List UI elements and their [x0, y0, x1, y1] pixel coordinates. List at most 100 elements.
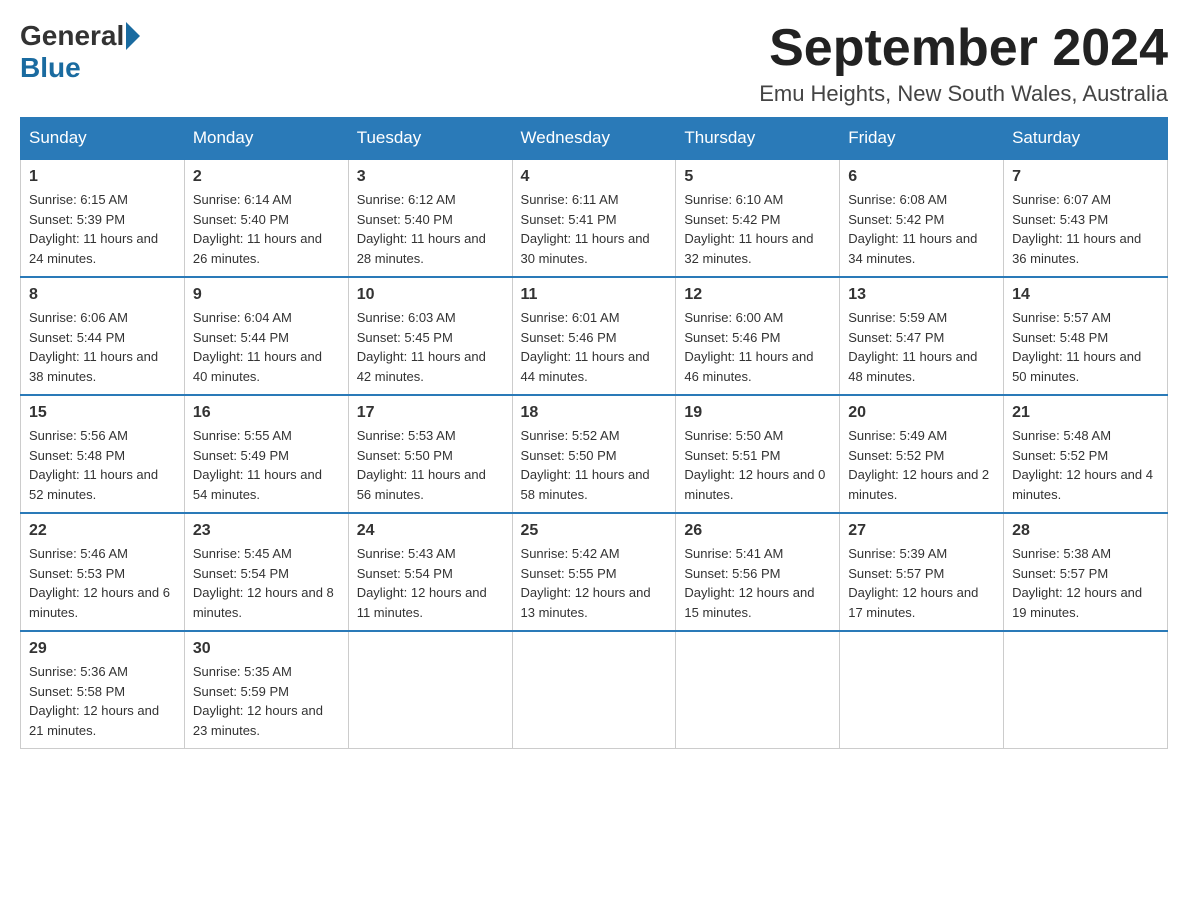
day-number: 3: [357, 168, 504, 186]
calendar-cell: 13 Sunrise: 5:59 AM Sunset: 5:47 PM Dayl…: [840, 277, 1004, 395]
calendar-cell: 14 Sunrise: 5:57 AM Sunset: 5:48 PM Dayl…: [1004, 277, 1168, 395]
day-info: Sunrise: 6:14 AM Sunset: 5:40 PM Dayligh…: [193, 190, 340, 268]
day-info: Sunrise: 5:38 AM Sunset: 5:57 PM Dayligh…: [1012, 544, 1159, 622]
day-number: 17: [357, 404, 504, 422]
day-header-saturday: Saturday: [1004, 118, 1168, 160]
calendar-cell: 8 Sunrise: 6:06 AM Sunset: 5:44 PM Dayli…: [21, 277, 185, 395]
day-number: 22: [29, 522, 176, 540]
day-number: 18: [521, 404, 668, 422]
day-number: 7: [1012, 168, 1159, 186]
day-number: 1: [29, 168, 176, 186]
day-info: Sunrise: 5:46 AM Sunset: 5:53 PM Dayligh…: [29, 544, 176, 622]
day-info: Sunrise: 6:00 AM Sunset: 5:46 PM Dayligh…: [684, 308, 831, 386]
day-number: 28: [1012, 522, 1159, 540]
calendar-cell: 29 Sunrise: 5:36 AM Sunset: 5:58 PM Dayl…: [21, 631, 185, 749]
day-number: 13: [848, 286, 995, 304]
calendar-cell: 20 Sunrise: 5:49 AM Sunset: 5:52 PM Dayl…: [840, 395, 1004, 513]
calendar-cell: 4 Sunrise: 6:11 AM Sunset: 5:41 PM Dayli…: [512, 159, 676, 277]
day-number: 26: [684, 522, 831, 540]
day-number: 12: [684, 286, 831, 304]
logo: General Blue: [20, 20, 142, 84]
day-info: Sunrise: 5:42 AM Sunset: 5:55 PM Dayligh…: [521, 544, 668, 622]
calendar-cell: 24 Sunrise: 5:43 AM Sunset: 5:54 PM Dayl…: [348, 513, 512, 631]
calendar-cell: 1 Sunrise: 6:15 AM Sunset: 5:39 PM Dayli…: [21, 159, 185, 277]
day-header-sunday: Sunday: [21, 118, 185, 160]
calendar-cell: 28 Sunrise: 5:38 AM Sunset: 5:57 PM Dayl…: [1004, 513, 1168, 631]
calendar-cell: 3 Sunrise: 6:12 AM Sunset: 5:40 PM Dayli…: [348, 159, 512, 277]
calendar-cell: 19 Sunrise: 5:50 AM Sunset: 5:51 PM Dayl…: [676, 395, 840, 513]
day-info: Sunrise: 5:55 AM Sunset: 5:49 PM Dayligh…: [193, 426, 340, 504]
day-number: 24: [357, 522, 504, 540]
day-info: Sunrise: 5:48 AM Sunset: 5:52 PM Dayligh…: [1012, 426, 1159, 504]
calendar-cell: [512, 631, 676, 749]
day-number: 16: [193, 404, 340, 422]
day-header-friday: Friday: [840, 118, 1004, 160]
day-info: Sunrise: 5:39 AM Sunset: 5:57 PM Dayligh…: [848, 544, 995, 622]
day-info: Sunrise: 5:43 AM Sunset: 5:54 PM Dayligh…: [357, 544, 504, 622]
day-number: 2: [193, 168, 340, 186]
calendar-cell: [840, 631, 1004, 749]
day-info: Sunrise: 6:03 AM Sunset: 5:45 PM Dayligh…: [357, 308, 504, 386]
day-number: 20: [848, 404, 995, 422]
day-info: Sunrise: 6:10 AM Sunset: 5:42 PM Dayligh…: [684, 190, 831, 268]
day-info: Sunrise: 5:41 AM Sunset: 5:56 PM Dayligh…: [684, 544, 831, 622]
day-header-wednesday: Wednesday: [512, 118, 676, 160]
week-row-5: 29 Sunrise: 5:36 AM Sunset: 5:58 PM Dayl…: [21, 631, 1168, 749]
day-info: Sunrise: 5:49 AM Sunset: 5:52 PM Dayligh…: [848, 426, 995, 504]
day-number: 10: [357, 286, 504, 304]
day-info: Sunrise: 6:08 AM Sunset: 5:42 PM Dayligh…: [848, 190, 995, 268]
day-number: 15: [29, 404, 176, 422]
calendar-cell: 26 Sunrise: 5:41 AM Sunset: 5:56 PM Dayl…: [676, 513, 840, 631]
page-header: General Blue September 2024 Emu Heights,…: [20, 20, 1168, 107]
calendar-cell: 9 Sunrise: 6:04 AM Sunset: 5:44 PM Dayli…: [184, 277, 348, 395]
calendar-cell: 22 Sunrise: 5:46 AM Sunset: 5:53 PM Dayl…: [21, 513, 185, 631]
calendar-cell: 18 Sunrise: 5:52 AM Sunset: 5:50 PM Dayl…: [512, 395, 676, 513]
calendar-table: SundayMondayTuesdayWednesdayThursdayFrid…: [20, 117, 1168, 749]
day-number: 6: [848, 168, 995, 186]
calendar-cell: 10 Sunrise: 6:03 AM Sunset: 5:45 PM Dayl…: [348, 277, 512, 395]
day-number: 5: [684, 168, 831, 186]
day-info: Sunrise: 6:01 AM Sunset: 5:46 PM Dayligh…: [521, 308, 668, 386]
day-info: Sunrise: 6:06 AM Sunset: 5:44 PM Dayligh…: [29, 308, 176, 386]
day-info: Sunrise: 5:57 AM Sunset: 5:48 PM Dayligh…: [1012, 308, 1159, 386]
day-info: Sunrise: 6:11 AM Sunset: 5:41 PM Dayligh…: [521, 190, 668, 268]
calendar-cell: 2 Sunrise: 6:14 AM Sunset: 5:40 PM Dayli…: [184, 159, 348, 277]
day-header-thursday: Thursday: [676, 118, 840, 160]
calendar-cell: [1004, 631, 1168, 749]
calendar-cell: 21 Sunrise: 5:48 AM Sunset: 5:52 PM Dayl…: [1004, 395, 1168, 513]
calendar-cell: 16 Sunrise: 5:55 AM Sunset: 5:49 PM Dayl…: [184, 395, 348, 513]
calendar-cell: 17 Sunrise: 5:53 AM Sunset: 5:50 PM Dayl…: [348, 395, 512, 513]
day-number: 9: [193, 286, 340, 304]
location-title: Emu Heights, New South Wales, Australia: [759, 81, 1168, 107]
day-info: Sunrise: 5:53 AM Sunset: 5:50 PM Dayligh…: [357, 426, 504, 504]
day-info: Sunrise: 6:15 AM Sunset: 5:39 PM Dayligh…: [29, 190, 176, 268]
day-number: 19: [684, 404, 831, 422]
calendar-cell: 7 Sunrise: 6:07 AM Sunset: 5:43 PM Dayli…: [1004, 159, 1168, 277]
calendar-cell: 12 Sunrise: 6:00 AM Sunset: 5:46 PM Dayl…: [676, 277, 840, 395]
day-info: Sunrise: 5:52 AM Sunset: 5:50 PM Dayligh…: [521, 426, 668, 504]
calendar-cell: 5 Sunrise: 6:10 AM Sunset: 5:42 PM Dayli…: [676, 159, 840, 277]
day-info: Sunrise: 5:45 AM Sunset: 5:54 PM Dayligh…: [193, 544, 340, 622]
day-number: 14: [1012, 286, 1159, 304]
month-title: September 2024: [759, 20, 1168, 77]
logo-general-text: General: [20, 20, 124, 52]
day-number: 23: [193, 522, 340, 540]
day-number: 11: [521, 286, 668, 304]
calendar-cell: [676, 631, 840, 749]
day-header-monday: Monday: [184, 118, 348, 160]
days-header-row: SundayMondayTuesdayWednesdayThursdayFrid…: [21, 118, 1168, 160]
day-info: Sunrise: 5:35 AM Sunset: 5:59 PM Dayligh…: [193, 662, 340, 740]
day-number: 8: [29, 286, 176, 304]
calendar-cell: 15 Sunrise: 5:56 AM Sunset: 5:48 PM Dayl…: [21, 395, 185, 513]
title-section: September 2024 Emu Heights, New South Wa…: [759, 20, 1168, 107]
calendar-cell: 25 Sunrise: 5:42 AM Sunset: 5:55 PM Dayl…: [512, 513, 676, 631]
day-number: 29: [29, 640, 176, 658]
day-info: Sunrise: 6:12 AM Sunset: 5:40 PM Dayligh…: [357, 190, 504, 268]
day-info: Sunrise: 5:56 AM Sunset: 5:48 PM Dayligh…: [29, 426, 176, 504]
day-info: Sunrise: 6:04 AM Sunset: 5:44 PM Dayligh…: [193, 308, 340, 386]
week-row-4: 22 Sunrise: 5:46 AM Sunset: 5:53 PM Dayl…: [21, 513, 1168, 631]
calendar-cell: 30 Sunrise: 5:35 AM Sunset: 5:59 PM Dayl…: [184, 631, 348, 749]
day-number: 21: [1012, 404, 1159, 422]
calendar-cell: 11 Sunrise: 6:01 AM Sunset: 5:46 PM Dayl…: [512, 277, 676, 395]
day-number: 4: [521, 168, 668, 186]
